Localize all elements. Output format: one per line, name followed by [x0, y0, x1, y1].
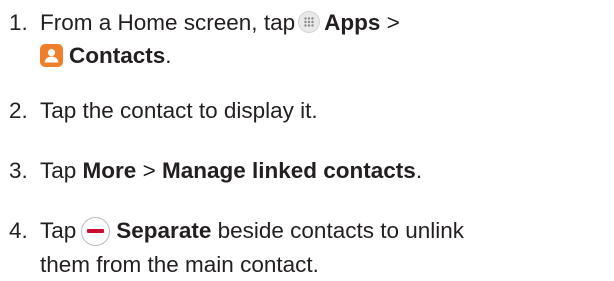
step-text: beside contacts to unlink [217, 218, 465, 243]
more-label: More [82, 158, 137, 183]
separator: > [142, 158, 156, 183]
step-text: From a Home screen, tap [40, 10, 296, 35]
step-number: 2. [9, 98, 28, 123]
step-text: Tap the contact to display it. [40, 98, 318, 123]
step-1-line-2: Contacts. [40, 39, 172, 72]
step-text: Tap [40, 218, 77, 243]
step-3-line: Tap More > Manage linked contacts. [40, 154, 422, 187]
step-number: 4. [9, 218, 28, 243]
step-1-line-1: From a Home screen, tap Apps > [40, 6, 400, 39]
period: . [165, 43, 172, 68]
step-text: Tap [40, 158, 77, 183]
separate-label: Separate [116, 218, 212, 243]
contacts-person-icon [40, 43, 63, 67]
step-4-line-1: Tap Separate beside contacts to unlink [40, 214, 464, 247]
separator: > [386, 10, 400, 35]
contacts-label: Contacts [69, 43, 166, 68]
apps-grid-icon [298, 11, 321, 34]
apps-label: Apps [324, 10, 381, 35]
period: . [415, 158, 423, 183]
manage-linked-contacts-label: Manage linked contacts [161, 158, 416, 183]
remove-icon [81, 216, 111, 246]
step-4-line-2: them from the main contact. [40, 252, 319, 277]
step-number: 3. [9, 158, 28, 183]
step-number: 1. [9, 10, 28, 35]
